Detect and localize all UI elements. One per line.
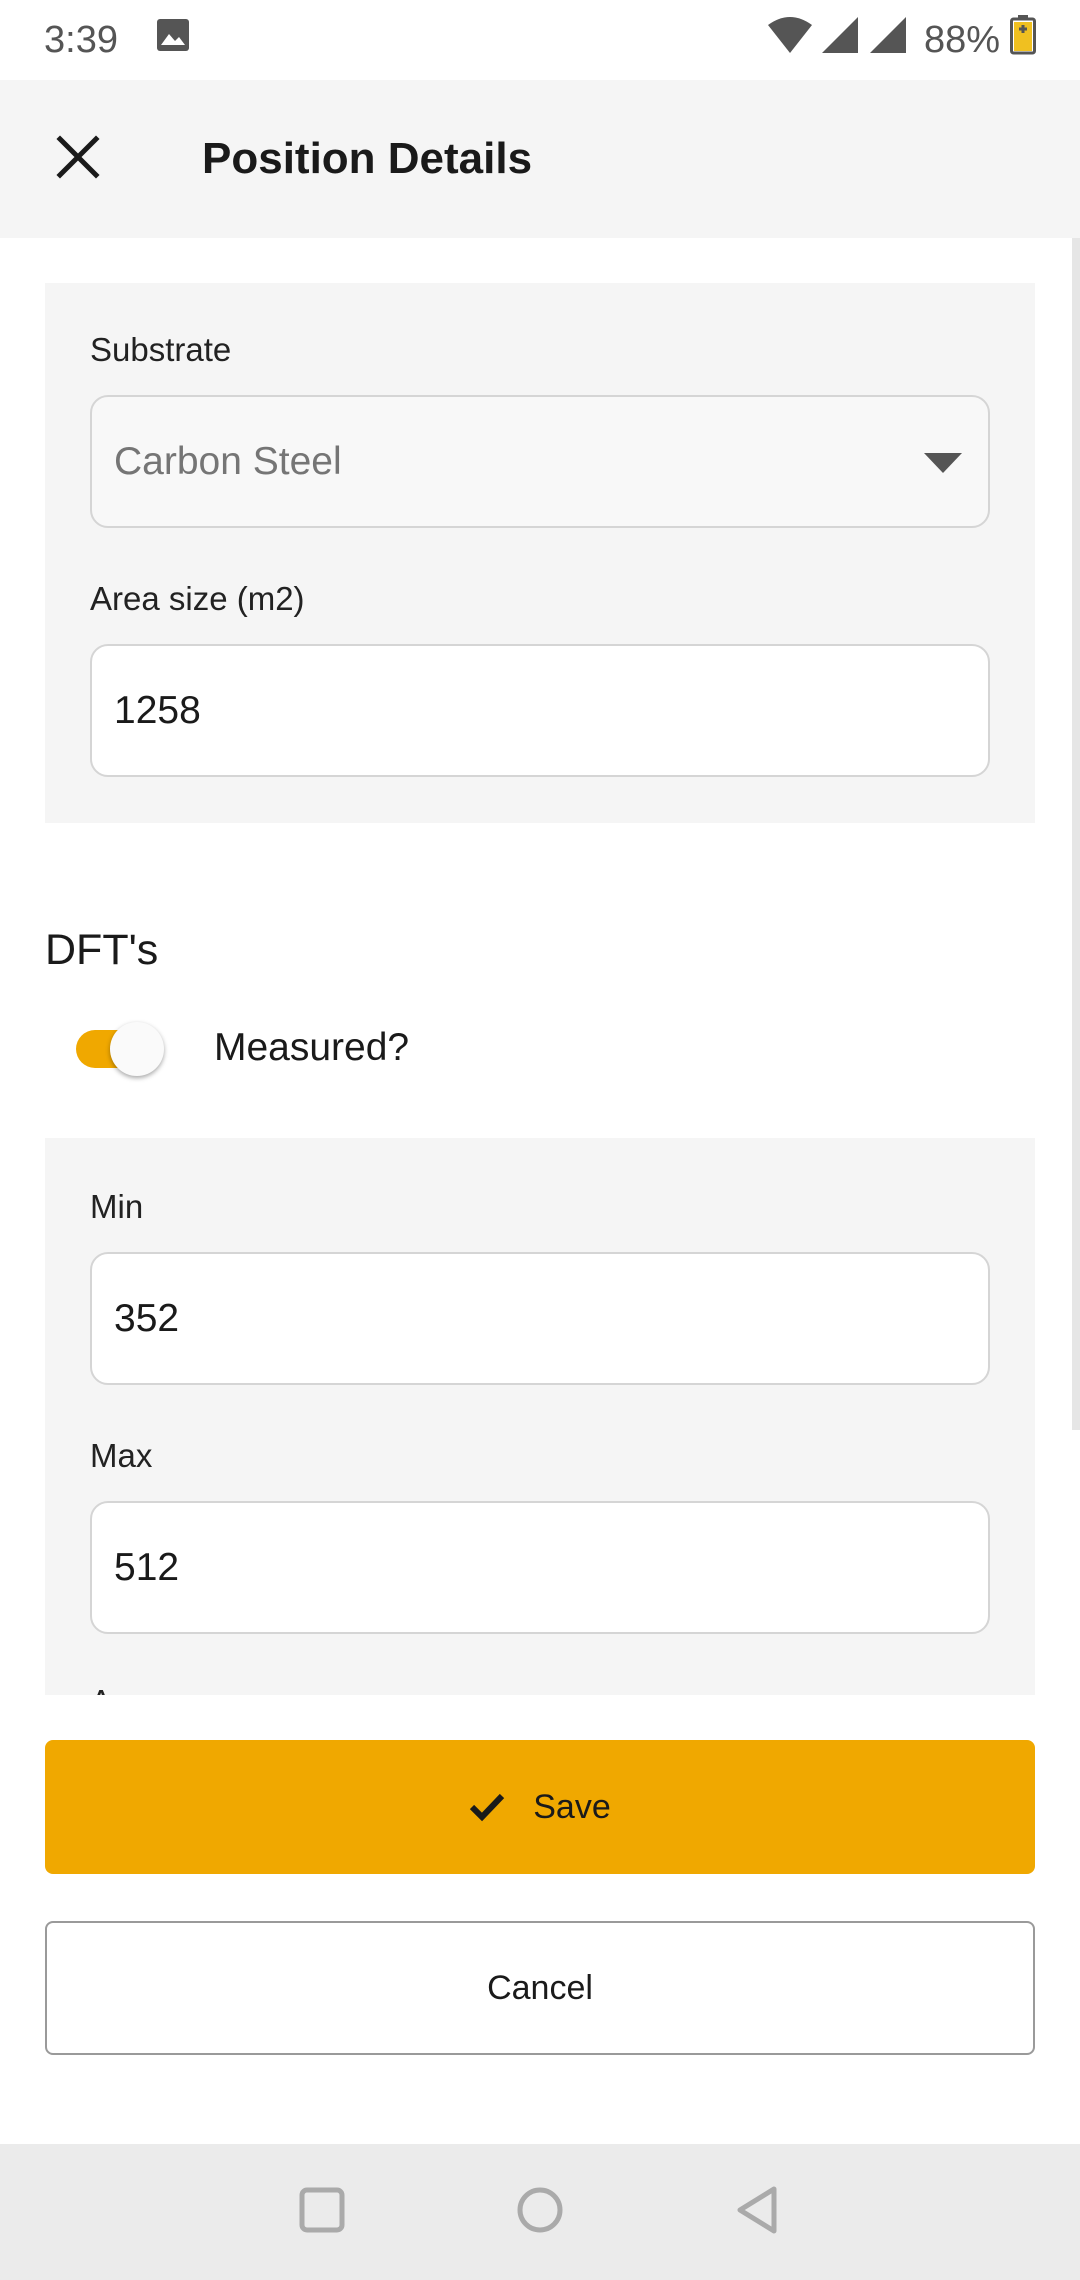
measured-toggle-row: Measured? bbox=[70, 1018, 409, 1078]
wifi-icon bbox=[766, 15, 814, 65]
back-triangle-icon bbox=[734, 2185, 782, 2240]
page-title: Position Details bbox=[202, 134, 533, 183]
square-icon bbox=[298, 2186, 346, 2239]
dfts-section-title: DFT's bbox=[45, 926, 159, 974]
image-icon bbox=[156, 18, 190, 62]
measured-label: Measured? bbox=[214, 1026, 410, 1069]
substrate-value: Carbon Steel bbox=[114, 439, 342, 483]
signal-icon bbox=[868, 15, 908, 65]
battery-charging-icon bbox=[1010, 15, 1036, 65]
toggle-knob bbox=[110, 1022, 164, 1076]
system-nav-bar bbox=[0, 2144, 1080, 2280]
close-icon bbox=[56, 134, 100, 184]
dft-panel: Min 352 Max 512 A bbox=[45, 1138, 1035, 1695]
close-button[interactable] bbox=[38, 119, 118, 199]
substrate-panel: Substrate Carbon Steel Area size (m2) 12… bbox=[45, 283, 1035, 823]
min-value: 352 bbox=[114, 1296, 180, 1340]
home-button[interactable] bbox=[490, 2162, 590, 2262]
cancel-button[interactable]: Cancel bbox=[45, 1921, 1035, 2055]
area-size-label: Area size (m2) bbox=[90, 580, 305, 617]
min-input[interactable]: 352 bbox=[90, 1252, 990, 1385]
substrate-select[interactable]: Carbon Steel bbox=[90, 395, 990, 528]
recents-button[interactable] bbox=[272, 2162, 372, 2262]
app-bar: Position Details bbox=[0, 80, 1080, 238]
signal-icon bbox=[820, 15, 860, 65]
cancel-label: Cancel bbox=[487, 1968, 593, 2007]
max-input[interactable]: 512 bbox=[90, 1501, 990, 1634]
save-button[interactable]: Save bbox=[45, 1740, 1035, 1874]
substrate-label: Substrate bbox=[90, 331, 232, 368]
next-field-label-partial: A bbox=[90, 1683, 112, 1695]
save-label: Save bbox=[533, 1787, 611, 1826]
scrollbar[interactable] bbox=[1072, 238, 1080, 1430]
max-label: Max bbox=[90, 1437, 153, 1474]
min-label: Min bbox=[90, 1188, 144, 1225]
area-size-input[interactable]: 1258 bbox=[90, 644, 990, 777]
area-size-value: 1258 bbox=[114, 688, 201, 732]
measured-toggle[interactable] bbox=[70, 1018, 166, 1078]
chevron-down-icon bbox=[924, 453, 962, 473]
circle-icon bbox=[515, 2185, 565, 2240]
battery-percent: 88% bbox=[923, 18, 1000, 61]
check-icon bbox=[469, 1792, 505, 1822]
form-scroll-area[interactable]: Substrate Carbon Steel Area size (m2) 12… bbox=[0, 238, 1080, 1695]
status-time: 3:39 bbox=[44, 18, 118, 61]
back-button[interactable] bbox=[708, 2162, 808, 2262]
max-value: 512 bbox=[114, 1545, 180, 1589]
status-bar: 3:39 88% bbox=[0, 0, 1080, 80]
